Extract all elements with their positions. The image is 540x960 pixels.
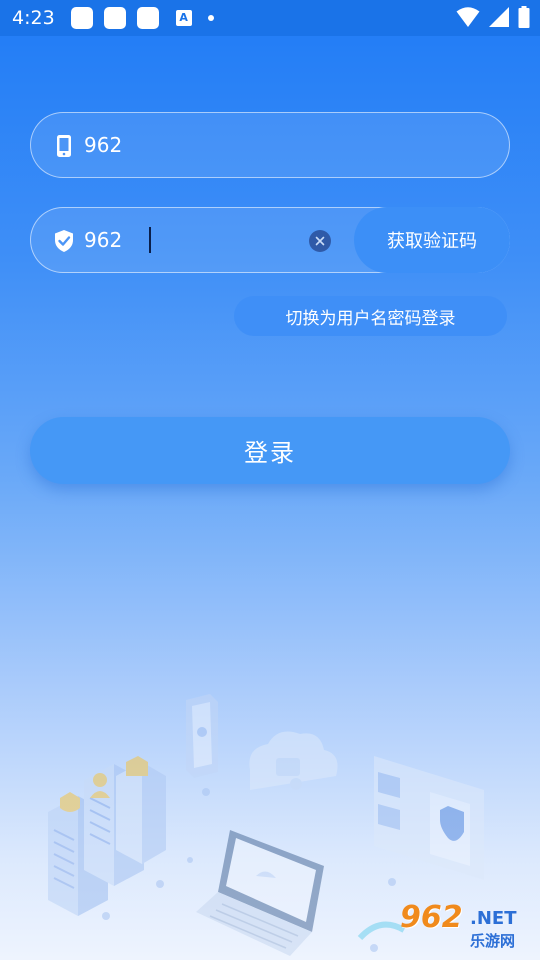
watermark-logo: 962 .NET 乐游网 bbox=[400, 900, 532, 954]
laptop-image bbox=[196, 830, 324, 956]
battery-icon bbox=[518, 6, 530, 28]
notification-font-icon: A bbox=[175, 10, 192, 26]
notification-app-icon bbox=[136, 7, 159, 29]
status-time: 4:23 bbox=[12, 7, 55, 29]
get-verification-code-button[interactable]: 获取验证码 bbox=[354, 207, 510, 273]
more-notifications-dot-icon bbox=[207, 15, 214, 21]
phone-icon bbox=[57, 135, 71, 157]
notification-app-icon bbox=[103, 7, 126, 29]
status-bar: 4:23 A bbox=[0, 0, 540, 36]
wifi-icon bbox=[456, 7, 480, 27]
phone-input[interactable]: 962 bbox=[30, 112, 510, 178]
verification-code-value: 962 bbox=[84, 228, 123, 252]
phone-input-value: 962 bbox=[84, 133, 123, 157]
phone-device-image bbox=[186, 694, 218, 778]
login-button[interactable]: 登录 bbox=[30, 417, 510, 484]
watermark-logo-domain: .NET bbox=[470, 908, 517, 929]
text-cursor bbox=[149, 227, 151, 253]
shield-check-icon bbox=[55, 230, 73, 252]
clear-icon[interactable] bbox=[309, 230, 331, 252]
watermark-logo-number: 962 bbox=[400, 900, 463, 935]
security-dashboard-image bbox=[374, 756, 484, 880]
switch-to-password-login-button[interactable]: 切换为用户名密码登录 bbox=[234, 296, 507, 336]
watermark-logo-subtitle: 乐游网 bbox=[470, 932, 516, 950]
signal-icon bbox=[489, 7, 509, 27]
status-icons bbox=[456, 6, 530, 28]
server-stack-image bbox=[48, 756, 166, 916]
cloud-image bbox=[249, 731, 338, 790]
verification-code-input[interactable]: 962 获取验证码 bbox=[30, 207, 510, 273]
notification-app-icon bbox=[70, 7, 93, 29]
